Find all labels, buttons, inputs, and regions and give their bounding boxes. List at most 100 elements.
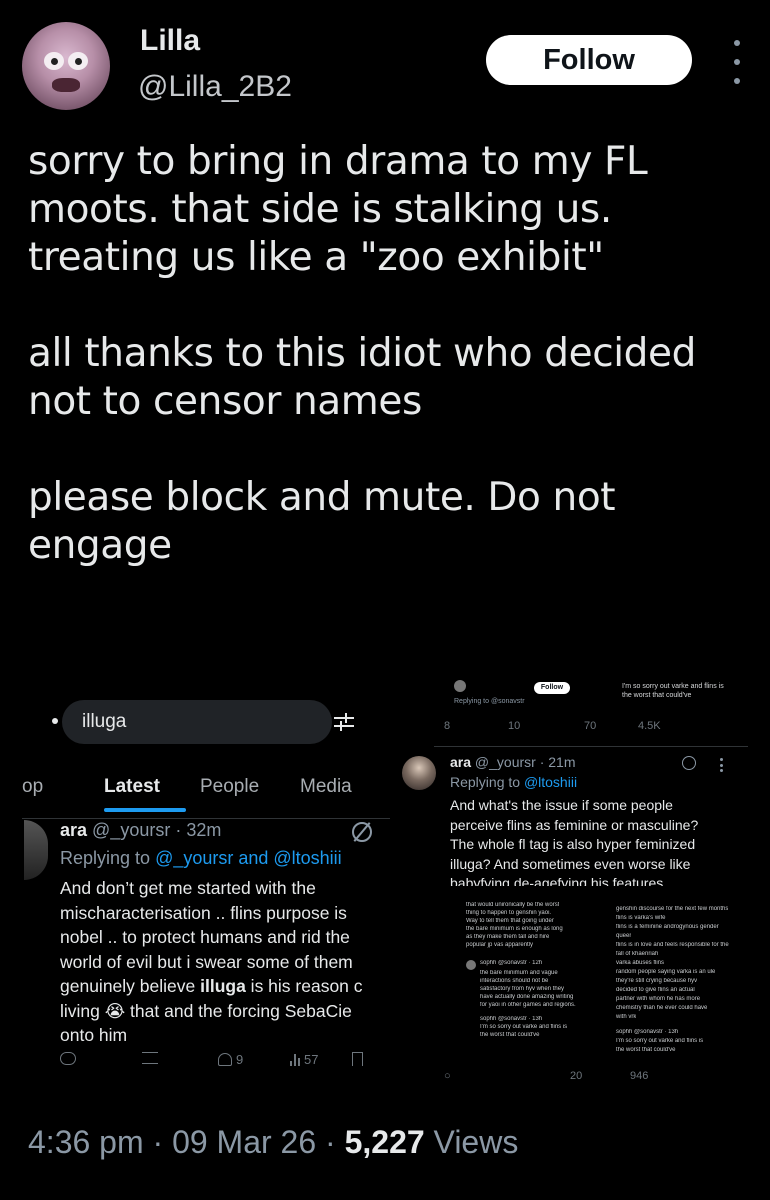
avatar-eye-left (44, 52, 64, 70)
reply-mentions: @_yoursr and @ltoshiii (155, 848, 342, 868)
grok-icon (352, 822, 372, 842)
post-reply-context: Replying to @ltoshiii (450, 774, 577, 790)
author-avatar[interactable] (22, 22, 110, 110)
views-action: 57 (290, 1052, 318, 1067)
top-retweets: 10 (508, 720, 521, 732)
views-count: 57 (304, 1052, 319, 1067)
nested-a-line: that would unironically be the worst (466, 902, 560, 908)
bookmark-icon (352, 1052, 363, 1066)
nested-a-quote-header: sophh @sonavstr · 13h (480, 1016, 543, 1022)
grok-icon (682, 756, 696, 770)
attached-image-left[interactable]: illuga op Latest People Media ara @_your… (22, 680, 390, 1092)
tweet-date: 09 Mar 26 (172, 1124, 317, 1160)
nested-b-line: varka abuses flins (616, 960, 665, 966)
separator-2: · (325, 1124, 336, 1160)
heart-icon (218, 1053, 232, 1066)
nested-screenshot-a: that would unironically be the worst thin… (462, 898, 604, 1060)
active-tab-indicator (104, 808, 186, 812)
post-header: ara @_yoursr · 21m (450, 754, 576, 770)
attached-image-right[interactable]: Replying to @sonavstr Follow I'm so sorr… (398, 676, 748, 1092)
top-replies: 8 (444, 720, 451, 732)
retweet-icon (142, 1052, 158, 1064)
follow-button[interactable]: Follow (486, 35, 692, 85)
avatar-mouth (52, 78, 80, 92)
top-views: 4.5K (638, 720, 661, 732)
bottom-reply-icon: ○ (444, 1070, 451, 1082)
nested-a-reply-line: satisfactory from hyv when they (480, 986, 565, 992)
tweet-timestamp: 4:36 pm · 09 Mar 26 · 5,227 Views (28, 1124, 518, 1161)
author-handle[interactable]: @Lilla_2B2 (138, 70, 292, 104)
top-reply-context: Replying to @sonavstr (454, 698, 525, 705)
nested-a-reply-line: have actually done amazing writing (480, 994, 574, 1000)
retweet-action (142, 1052, 158, 1064)
nested-b-line: decided to give flins an actual (616, 987, 695, 993)
nested-b-quote-header: sophh @sonavstr · 13h (616, 1029, 679, 1035)
nested-a-line: the bare minimum is enough as long (466, 926, 563, 932)
top-likes: 70 (584, 720, 597, 732)
post-text: And what's the issue if some people perc… (450, 797, 699, 886)
nested-b-line: fall of khaenriah (616, 951, 659, 957)
search-query: illuga (82, 711, 127, 732)
avatar-eye-right (68, 52, 88, 70)
post-author-name: ara (60, 820, 88, 840)
post-text: And don’t get me started with the mischa… (60, 876, 390, 1048)
back-dot (52, 718, 58, 724)
nested-a-line: thing to happen to genshin yaoi. (466, 910, 552, 916)
nested-b-line: random people saying varka is an ule (616, 969, 716, 975)
bookmark-action (352, 1052, 363, 1066)
separator-1: · (152, 1124, 164, 1160)
nested-screenshot-b: genshin discourse for the next few month… (612, 898, 748, 1060)
nested-a-avatar (466, 960, 476, 970)
post-author-meta: @_yoursr · 32m (92, 820, 222, 840)
tab-top: op (22, 776, 44, 797)
reply-mention: @ltoshiii (523, 774, 578, 790)
nested-a-reply-line: for yaoi in other games and regions. (480, 1002, 576, 1008)
top-follow-button: Follow (534, 682, 570, 694)
top-cropped-post: Replying to @sonavstr Follow I'm so sorr… (398, 676, 748, 720)
reply-prefix: Replying to (60, 848, 156, 868)
reply-icon (60, 1052, 76, 1065)
nested-a-line: popular jp vas apparently (466, 942, 534, 948)
more-icon (720, 758, 724, 772)
post-avatar (402, 756, 436, 790)
like-count: 9 (236, 1052, 244, 1067)
nested-a-quote-line: the worst that could've (480, 1032, 540, 1038)
more-options-icon[interactable] (730, 40, 744, 84)
nested-b-quote-line: I'm so sorry out varke and flins is (616, 1038, 704, 1044)
post-header: ara @_yoursr · 32m (60, 820, 221, 841)
tweet-views-label: Views (433, 1124, 519, 1160)
nested-a-reply-line: interactions should not be (480, 978, 549, 984)
divider (434, 746, 748, 747)
reply-prefix: Replying to (450, 774, 524, 790)
nested-b-line: queer (616, 933, 632, 939)
like-action: 9 (218, 1052, 243, 1067)
nested-b-line: partner with whom he has more (616, 996, 701, 1002)
nested-b-line: they're still crying because hyv (616, 978, 698, 984)
post-author-meta: @_yoursr · 21m (474, 754, 576, 770)
search-input: illuga (62, 700, 332, 744)
bottom-likes: 20 (570, 1070, 583, 1082)
author-display-name[interactable]: Lilla (140, 24, 200, 58)
bottom-stats-row: ○ 20 946 (444, 1070, 734, 1086)
nested-b-line: chemistry than he ever could have (616, 1005, 708, 1011)
post-text-bold: illuga (200, 976, 246, 996)
tab-latest: Latest (104, 776, 160, 797)
tab-media: Media (300, 776, 352, 797)
nested-a-reply-header: sophh @sonavstr · 12h (480, 960, 543, 966)
post-reply-context: Replying to @_yoursr and @ltoshiii (60, 848, 342, 869)
nested-b-line: flins is in love and feels responsible f… (616, 942, 729, 948)
nested-b-line: flins is a feminine androgynous gender (616, 924, 719, 930)
filter-icon (334, 713, 354, 731)
tab-people: People (200, 776, 260, 797)
top-stats-row: 8 10 70 4.5K (444, 720, 724, 736)
post-actions: 9 57 (60, 1052, 370, 1076)
tabs-divider (22, 818, 390, 819)
bottom-views: 946 (630, 1070, 649, 1082)
nested-a-reply-line: the bare minimum and vague (480, 970, 558, 976)
tweet-views-count: 5,227 (344, 1124, 425, 1160)
reply-action (60, 1052, 76, 1065)
nested-b-quote-line: the worst that could've (616, 1047, 676, 1053)
nested-a-line: as they make them tall and hire (466, 934, 550, 940)
post-avatar (24, 820, 48, 880)
views-icon (290, 1053, 300, 1066)
